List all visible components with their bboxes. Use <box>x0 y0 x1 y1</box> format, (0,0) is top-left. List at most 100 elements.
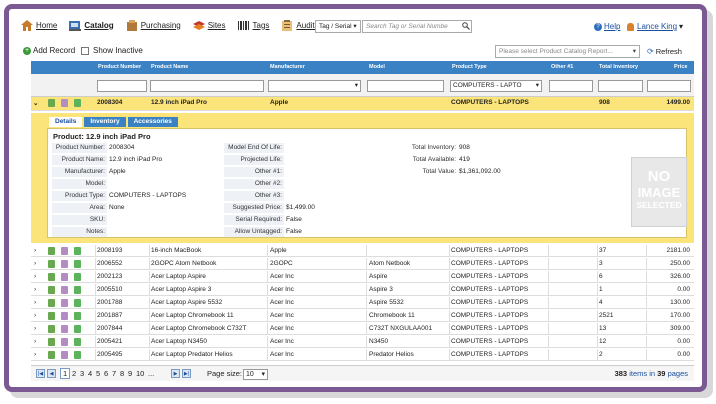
table-row[interactable]: › 2005495 Acer Laptop Predator Helios Acer … <box>31 349 694 361</box>
copy-icon[interactable] <box>61 312 68 320</box>
edit-icon[interactable] <box>48 247 55 255</box>
first-page-button[interactable]: |◀ <box>36 369 45 378</box>
filter-other1[interactable] <box>549 80 593 92</box>
expand-icon[interactable]: › <box>34 286 36 293</box>
col-model[interactable]: Model <box>369 64 385 70</box>
refresh-icon[interactable] <box>74 260 81 268</box>
refresh-icon[interactable] <box>74 351 81 359</box>
col-total-inventory[interactable]: Total Inventory <box>599 64 638 70</box>
refresh-icon[interactable] <box>74 286 81 294</box>
expand-icon[interactable]: › <box>34 247 36 254</box>
tab-inventory[interactable]: Inventory <box>84 117 126 127</box>
col-product-type[interactable]: Product Type <box>452 64 487 70</box>
page-9[interactable]: 9 <box>128 369 132 378</box>
refresh-icon[interactable] <box>74 273 81 281</box>
show-inactive-toggle[interactable]: Show Inactive <box>81 46 143 55</box>
table-row[interactable]: › 2005510 Acer Laptop Aspire 3 Acer Inc Aspi… <box>31 284 694 296</box>
edit-icon[interactable] <box>48 273 55 281</box>
copy-icon[interactable] <box>61 247 68 255</box>
edit-icon[interactable] <box>48 312 55 320</box>
filter-product-number[interactable] <box>97 80 147 92</box>
last-page-button[interactable]: ▶| <box>182 369 191 378</box>
table-row[interactable]: › 2006552 2GOPC Atom Netbook 2GOPC Atom Netb… <box>31 258 694 270</box>
edit-icon[interactable] <box>48 338 55 346</box>
filter-total-inventory[interactable] <box>598 80 643 92</box>
filter-product-name[interactable] <box>150 80 264 92</box>
copy-icon[interactable] <box>61 260 68 268</box>
expand-icon[interactable]: › <box>34 312 36 319</box>
edit-icon[interactable] <box>48 260 55 268</box>
page-4[interactable]: 4 <box>88 369 92 378</box>
nav-tags[interactable]: Tags <box>237 17 269 33</box>
user-menu[interactable]: Lance King ▾ <box>627 22 683 31</box>
table-row[interactable]: › 2008193 16-inch MacBook Apple COMPUTERS - … <box>31 245 694 257</box>
page-5[interactable]: 5 <box>96 369 100 378</box>
page-more[interactable]: ... <box>148 369 154 378</box>
edit-icon[interactable] <box>48 286 55 294</box>
nav-home[interactable]: Home <box>21 17 57 33</box>
refresh-icon[interactable] <box>74 299 81 307</box>
tab-accessories[interactable]: Accessories <box>127 117 178 127</box>
refresh-icon[interactable] <box>74 338 81 346</box>
copy-icon[interactable] <box>61 338 68 346</box>
table-row[interactable]: › 2001788 Acer Laptop Aspire 5532 Acer Inc A… <box>31 297 694 309</box>
tab-details[interactable]: Details <box>49 117 83 127</box>
refresh-icon[interactable] <box>74 325 81 333</box>
expand-icon[interactable]: › <box>34 273 36 280</box>
edit-icon[interactable] <box>48 299 55 307</box>
expand-icon[interactable]: › <box>34 260 36 267</box>
page-10[interactable]: 10 <box>136 369 144 378</box>
copy-icon[interactable] <box>61 325 68 333</box>
edit-icon[interactable] <box>48 325 55 333</box>
edit-icon[interactable] <box>48 351 55 359</box>
page-6[interactable]: 6 <box>104 369 108 378</box>
report-select[interactable]: Please select Product Catalog Report... ▾ <box>495 45 640 58</box>
nav-purchasing[interactable]: Purchasing <box>126 17 181 33</box>
table-row[interactable]: › 2001887 Acer Laptop Chromebook 11 Acer In… <box>31 310 694 322</box>
copy-icon[interactable] <box>61 299 68 307</box>
expand-icon[interactable]: › <box>34 338 36 345</box>
nav-audits[interactable]: Audits <box>281 17 319 33</box>
refresh-icon[interactable] <box>74 247 81 255</box>
table-row-selected[interactable]: ⌄ 2008304 12.9 inch iPad Pro Apple COMPU… <box>31 97 694 111</box>
collapse-icon[interactable]: ⌄ <box>33 99 38 107</box>
page-size-select[interactable]: 10 ▾ <box>243 369 268 380</box>
show-inactive-checkbox[interactable] <box>81 46 89 55</box>
search-icon[interactable] <box>462 22 470 30</box>
page-1[interactable]: 1 <box>60 368 71 379</box>
filter-model[interactable] <box>367 80 444 92</box>
page-2[interactable]: 2 <box>72 369 76 378</box>
col-product-number[interactable]: Product Number <box>98 64 141 70</box>
col-other1[interactable]: Other #1 <box>551 64 573 70</box>
col-price[interactable]: Price <box>674 64 687 70</box>
copy-icon[interactable] <box>61 99 68 107</box>
table-row[interactable]: › 2005421 Acer Laptop N3450 Acer Inc N3450 CO… <box>31 336 694 348</box>
page-3[interactable]: 3 <box>80 369 84 378</box>
refresh-button[interactable]: ⟳ Refresh <box>647 47 682 56</box>
expand-icon[interactable]: › <box>34 299 36 306</box>
copy-icon[interactable] <box>61 286 68 294</box>
refresh-icon[interactable] <box>74 312 81 320</box>
table-row[interactable]: › 2002123 Acer Laptop Aspire Acer Inc Aspire… <box>31 271 694 283</box>
help-link[interactable]: ? Help <box>594 22 620 31</box>
page-8[interactable]: 8 <box>120 369 124 378</box>
filter-product-type[interactable]: COMPUTERS - LAPTO ▾ <box>450 80 542 92</box>
next-page-button[interactable]: ▶ <box>171 369 180 378</box>
col-manufacturer[interactable]: Manufacturer <box>270 64 305 70</box>
expand-icon[interactable]: › <box>34 325 36 332</box>
copy-icon[interactable] <box>61 273 68 281</box>
expand-icon[interactable]: › <box>34 351 36 358</box>
copy-icon[interactable] <box>61 351 68 359</box>
table-row[interactable]: › 2007844 Acer Laptop Chromebook C732T Acer… <box>31 323 694 335</box>
prev-page-button[interactable]: ◀ <box>47 369 56 378</box>
col-product-name[interactable]: Product Name <box>151 64 188 70</box>
nav-catalog[interactable]: Catalog <box>69 17 114 33</box>
page-7[interactable]: 7 <box>112 369 116 378</box>
search-input[interactable]: Search Tag or Serial Numbe <box>362 20 472 33</box>
refresh-icon[interactable] <box>74 99 81 107</box>
filter-price[interactable] <box>647 80 691 92</box>
nav-sites[interactable]: Sites <box>192 17 226 33</box>
search-type-select[interactable]: Tag / Serial ▾ <box>315 20 361 33</box>
filter-manufacturer[interactable]: ▾ <box>268 80 361 92</box>
add-record-button[interactable]: + Add Record <box>23 46 75 55</box>
